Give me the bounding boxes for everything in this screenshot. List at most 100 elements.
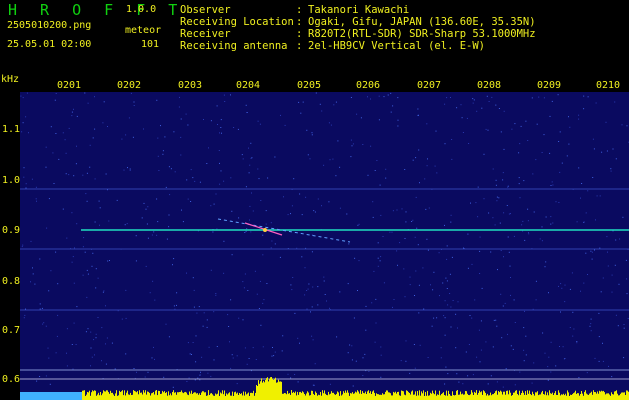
noise-speck <box>244 347 246 349</box>
level-bar <box>225 396 226 400</box>
noise-speck <box>364 353 366 355</box>
level-bar <box>354 393 355 400</box>
noise-speck <box>559 131 561 133</box>
noise-speck <box>479 236 481 238</box>
level-bar <box>442 393 443 400</box>
level-bar <box>433 393 434 400</box>
noise-speck <box>91 265 93 267</box>
level-bar <box>107 390 108 400</box>
noise-speck <box>569 327 571 328</box>
level-bar <box>376 393 377 400</box>
noise-speck <box>323 280 325 282</box>
y-tick: 0.9 <box>2 225 21 236</box>
noise-speck <box>157 137 159 139</box>
noise-speck <box>373 270 375 272</box>
noise-speck <box>255 359 257 360</box>
info-value-antenna: 2el-HB9CV Vertical (el. E-W) <box>308 40 486 52</box>
level-bar <box>468 395 469 400</box>
noise-speck <box>446 280 448 282</box>
noise-speck <box>549 152 551 154</box>
level-bar <box>335 394 336 400</box>
noise-speck <box>262 346 264 348</box>
level-bar <box>541 392 542 400</box>
level-bar <box>337 391 338 400</box>
noise-speck <box>57 283 59 285</box>
noise-speck <box>380 256 382 258</box>
noise-speck <box>443 315 445 317</box>
noise-speck <box>71 261 73 263</box>
noise-speck <box>279 256 281 258</box>
level-bar <box>297 391 298 400</box>
noise-speck <box>478 329 480 331</box>
noise-speck <box>549 115 551 117</box>
level-bar <box>295 391 296 400</box>
level-bar <box>383 394 384 400</box>
noise-speck <box>105 305 106 307</box>
noise-speck <box>210 375 212 377</box>
noise-speck <box>189 353 191 355</box>
noise-speck <box>254 270 256 272</box>
noise-speck <box>492 217 494 219</box>
noise-speck <box>583 282 585 284</box>
level-bar <box>192 394 193 400</box>
noise-speck <box>583 95 585 97</box>
noise-speck <box>215 293 217 294</box>
noise-speck <box>347 283 349 285</box>
noise-speck <box>413 344 415 345</box>
level-bar <box>243 391 244 400</box>
level-bar <box>387 390 388 400</box>
level-bar <box>556 394 557 400</box>
noise-speck <box>242 158 244 160</box>
noise-speck <box>541 226 543 228</box>
noise-speck <box>252 347 254 349</box>
level-bar <box>364 393 365 400</box>
noise-speck <box>596 195 598 197</box>
level-bar <box>407 390 408 400</box>
noise-speck <box>491 96 493 98</box>
level-bar <box>267 377 268 400</box>
noise-speck <box>424 178 426 180</box>
noise-speck <box>548 356 550 358</box>
level-bar <box>92 390 93 400</box>
noise-speck <box>94 221 96 223</box>
noise-speck <box>143 202 145 204</box>
noise-speck <box>87 328 89 330</box>
noise-speck <box>434 165 436 167</box>
noise-speck <box>440 357 442 359</box>
noise-speck <box>192 277 194 279</box>
noise-speck <box>377 265 379 267</box>
level-bar <box>507 390 508 400</box>
level-bar <box>108 392 109 400</box>
noise-speck <box>306 290 308 291</box>
noise-speck <box>614 264 616 266</box>
level-bar <box>198 394 199 400</box>
noise-speck <box>332 158 334 160</box>
level-bar <box>162 390 163 400</box>
level-bar <box>370 391 371 400</box>
level-bar <box>381 394 382 400</box>
noise-speck <box>409 284 411 286</box>
noise-speck <box>249 219 250 221</box>
level-bar <box>299 392 300 400</box>
level-bar <box>584 391 585 400</box>
level-bar <box>554 393 555 400</box>
noise-speck <box>543 134 545 136</box>
noise-speck <box>427 357 429 358</box>
level-bar <box>575 390 576 400</box>
noise-speck <box>157 221 159 223</box>
level-bar <box>294 392 295 400</box>
noise-speck <box>95 333 97 335</box>
level-bar <box>210 393 211 400</box>
noise-speck <box>199 181 201 183</box>
noise-speck <box>358 223 360 225</box>
level-bar <box>182 392 183 400</box>
level-bar <box>500 390 501 400</box>
level-bar <box>621 392 622 400</box>
noise-speck <box>560 283 562 285</box>
noise-speck <box>111 342 113 344</box>
noise-speck <box>210 120 212 122</box>
noise-speck <box>198 306 200 308</box>
noise-speck <box>227 314 229 316</box>
level-bar <box>187 394 188 400</box>
level-bar <box>264 382 265 400</box>
